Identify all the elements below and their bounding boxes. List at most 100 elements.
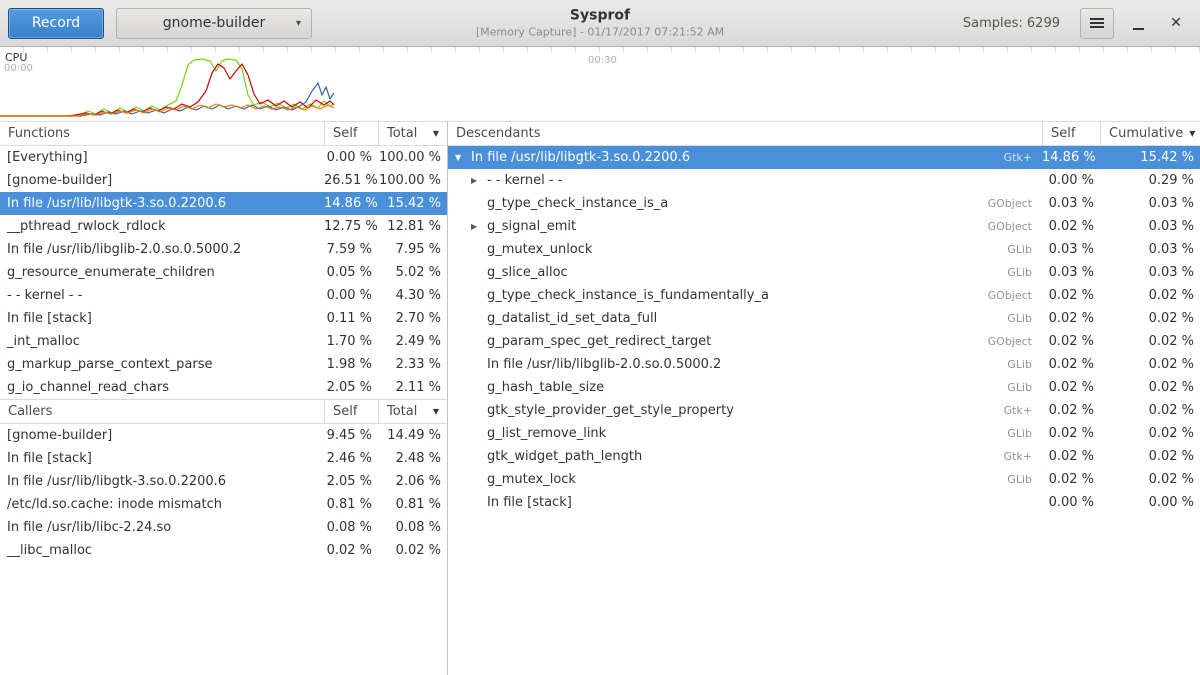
- tree-row[interactable]: In file [stack]0.00 %0.00 %: [448, 491, 1200, 514]
- table-row[interactable]: [Everything]0.00 %100.00 %: [0, 146, 447, 169]
- window-subtitle: [Memory Capture] - 01/17/2017 07:21:52 A…: [476, 25, 724, 39]
- close-button[interactable]: ✕: [1162, 8, 1190, 39]
- table-row[interactable]: In file /usr/lib/libgtk-3.so.0.2200.614.…: [0, 192, 447, 215]
- table-row[interactable]: /etc/ld.so.cache: inode mismatch0.81 %0.…: [0, 493, 447, 516]
- self-percent: 0.02 %: [324, 543, 378, 558]
- function-name: g_datalist_id_set_data_full: [487, 311, 657, 326]
- cumulative-percent: 0.02 %: [1100, 449, 1200, 464]
- functions-column-header[interactable]: Functions: [0, 122, 324, 145]
- cumulative-percent: 0.00 %: [1100, 495, 1200, 510]
- self-column-header[interactable]: Self: [324, 122, 378, 145]
- minimize-button[interactable]: [1124, 8, 1152, 39]
- total-percent: 4.30 %: [378, 288, 447, 303]
- tree-row[interactable]: gtk_widget_path_lengthGtk+0.02 %0.02 %: [448, 445, 1200, 468]
- table-row[interactable]: - - kernel - -0.00 %4.30 %: [0, 284, 447, 307]
- function-name: _int_malloc: [0, 334, 324, 349]
- sort-indicator-icon: ▼: [1189, 129, 1195, 138]
- function-name: g_markup_parse_context_parse: [0, 357, 324, 372]
- self-percent: 26.51 %: [324, 173, 378, 188]
- tree-row[interactable]: ▶- - kernel - -0.00 %0.29 %: [448, 169, 1200, 192]
- table-row[interactable]: g_markup_parse_context_parse1.98 %2.33 %: [0, 353, 447, 376]
- expander-open-icon[interactable]: ▼: [455, 153, 471, 162]
- process-selector-dropdown[interactable]: gnome-builder ▾: [116, 8, 312, 39]
- function-name: __pthread_rwlock_rdlock: [0, 219, 324, 234]
- table-row[interactable]: In file /usr/lib/libglib-2.0.so.0.5000.2…: [0, 238, 447, 261]
- tree-row[interactable]: g_type_check_instance_is_fundamentally_a…: [448, 284, 1200, 307]
- table-row[interactable]: In file [stack]2.46 %2.48 %: [0, 447, 447, 470]
- tree-row[interactable]: ▶g_signal_emitGObject0.02 %0.03 %: [448, 215, 1200, 238]
- cpu-timeline[interactable]: CPU 00:00 00:30: [0, 47, 1200, 121]
- table-row[interactable]: In file [stack]0.11 %2.70 %: [0, 307, 447, 330]
- descendants-pane: Descendants Self Cumulative ▼ ▼In file /…: [448, 121, 1200, 675]
- cumulative-percent: 0.03 %: [1100, 242, 1200, 257]
- function-name: In file /usr/lib/libgtk-3.so.0.2200.6: [0, 196, 324, 211]
- table-row[interactable]: _int_malloc1.70 %2.49 %: [0, 330, 447, 353]
- table-row[interactable]: [gnome-builder]26.51 %100.00 %: [0, 169, 447, 192]
- library-category-label: GLib: [999, 358, 1042, 371]
- self-percent: 0.00 %: [324, 288, 378, 303]
- expander-closed-icon[interactable]: ▶: [471, 176, 487, 185]
- tree-row[interactable]: g_list_remove_linkGLib0.02 %0.02 %: [448, 422, 1200, 445]
- self-percent: 1.70 %: [324, 334, 378, 349]
- descendants-column-header[interactable]: Descendants: [448, 122, 1042, 145]
- table-row[interactable]: __libc_malloc0.02 %0.02 %: [0, 539, 447, 562]
- total-column-header[interactable]: Total ▼: [378, 400, 447, 423]
- tree-row[interactable]: g_slice_allocGLib0.03 %0.03 %: [448, 261, 1200, 284]
- tree-row[interactable]: g_type_check_instance_is_aGObject0.03 %0…: [448, 192, 1200, 215]
- self-percent: 0.03 %: [1042, 242, 1100, 257]
- cpu-series-cpu-blue: [0, 83, 334, 116]
- tree-row[interactable]: In file /usr/lib/libglib-2.0.so.0.5000.2…: [448, 353, 1200, 376]
- table-row[interactable]: In file /usr/lib/libc-2.24.so0.08 %0.08 …: [0, 516, 447, 539]
- self-percent: 0.11 %: [324, 311, 378, 326]
- total-percent: 2.49 %: [378, 334, 447, 349]
- function-name: - - kernel - -: [0, 288, 324, 303]
- self-percent: 0.02 %: [1042, 334, 1100, 349]
- tree-row[interactable]: g_datalist_id_set_data_fullGLib0.02 %0.0…: [448, 307, 1200, 330]
- expander-closed-icon[interactable]: ▶: [471, 222, 487, 231]
- self-column-header[interactable]: Self: [1042, 122, 1100, 145]
- cumulative-percent: 0.02 %: [1100, 403, 1200, 418]
- table-row[interactable]: [gnome-builder]9.45 %14.49 %: [0, 424, 447, 447]
- function-name: g_hash_table_size: [487, 380, 604, 395]
- table-row[interactable]: In file /usr/lib/libgtk-3.so.0.2200.62.0…: [0, 470, 447, 493]
- total-percent: 0.08 %: [378, 520, 447, 535]
- self-percent: 1.98 %: [324, 357, 378, 372]
- library-category-label: GObject: [980, 289, 1042, 302]
- self-percent: 0.02 %: [1042, 403, 1100, 418]
- library-category-label: GLib: [999, 243, 1042, 256]
- cumulative-percent: 0.02 %: [1100, 334, 1200, 349]
- tree-row[interactable]: gtk_style_provider_get_style_propertyGtk…: [448, 399, 1200, 422]
- callers-column-header[interactable]: Callers: [0, 400, 324, 423]
- table-row[interactable]: g_resource_enumerate_children0.05 %5.02 …: [0, 261, 447, 284]
- cumulative-percent: 0.02 %: [1100, 357, 1200, 372]
- tree-row[interactable]: g_mutex_lockGLib0.02 %0.02 %: [448, 468, 1200, 491]
- cumulative-percent: 0.02 %: [1100, 288, 1200, 303]
- library-category-label: Gtk+: [996, 151, 1042, 164]
- tree-row[interactable]: g_hash_table_sizeGLib0.02 %0.02 %: [448, 376, 1200, 399]
- tree-row[interactable]: ▼In file /usr/lib/libgtk-3.so.0.2200.6Gt…: [448, 146, 1200, 169]
- function-name: In file /usr/lib/libglib-2.0.so.0.5000.2: [0, 242, 324, 257]
- function-name: [gnome-builder]: [0, 428, 324, 443]
- function-name-cell: g_list_remove_linkGLib: [448, 426, 1042, 441]
- callers-header-row: Callers Self Total ▼: [0, 399, 447, 424]
- tree-row[interactable]: g_mutex_unlockGLib0.03 %0.03 %: [448, 238, 1200, 261]
- total-column-header[interactable]: Total ▼: [378, 122, 447, 145]
- tree-row[interactable]: g_param_spec_get_redirect_targetGObject0…: [448, 330, 1200, 353]
- cumulative-percent: 0.29 %: [1100, 173, 1200, 188]
- window-title: Sysprof: [476, 7, 724, 25]
- function-name: In file [stack]: [0, 311, 324, 326]
- record-button[interactable]: Record: [8, 8, 104, 39]
- total-percent: 2.11 %: [378, 380, 447, 395]
- cpu-usage-chart: [0, 47, 1200, 121]
- table-row[interactable]: __pthread_rwlock_rdlock12.75 %12.81 %: [0, 215, 447, 238]
- menu-button[interactable]: [1080, 8, 1114, 39]
- function-name: In file /usr/lib/libglib-2.0.so.0.5000.2: [487, 357, 721, 372]
- function-name: In file [stack]: [0, 451, 324, 466]
- self-column-header[interactable]: Self: [324, 400, 378, 423]
- process-selector-label: gnome-builder: [163, 15, 265, 31]
- cumulative-column-header[interactable]: Cumulative ▼: [1100, 122, 1200, 145]
- table-row[interactable]: g_io_channel_read_chars2.05 %2.11 %: [0, 376, 447, 399]
- function-name: g_type_check_instance_is_a: [487, 196, 668, 211]
- self-percent: 7.59 %: [324, 242, 378, 257]
- function-name-cell: In file /usr/lib/libglib-2.0.so.0.5000.2…: [448, 357, 1042, 372]
